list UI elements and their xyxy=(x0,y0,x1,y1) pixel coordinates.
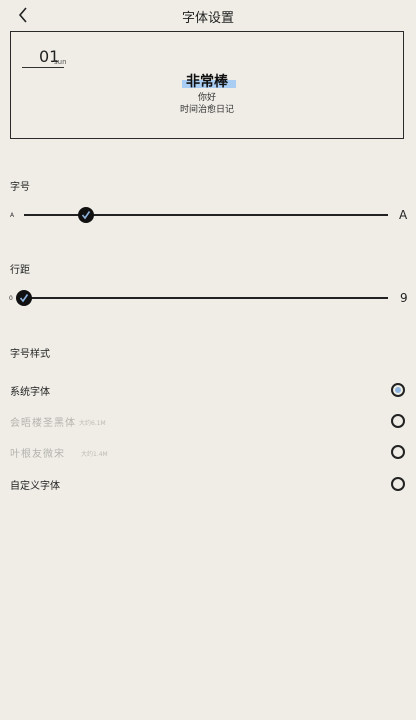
font-preview-card: 01 sun 非常棒 你好 时间治愈日记 xyxy=(10,31,404,139)
line-spacing-label: 行距 xyxy=(10,265,30,276)
font-style-label: 字号样式 xyxy=(10,349,50,360)
line-spacing-thumb[interactable] xyxy=(16,290,32,306)
radio-unselected-icon[interactable] xyxy=(391,445,405,459)
font-option-name: 叶根友微宋 xyxy=(10,449,65,460)
font-option-size: 大约6.1M xyxy=(79,420,106,427)
font-option-size: 大约1.4M xyxy=(81,451,108,458)
font-option-name: 系统字体 xyxy=(10,387,50,398)
line-spacing-max-label: 9 xyxy=(400,291,408,305)
font-option-custom[interactable]: 自定义字体 xyxy=(0,472,416,496)
font-option-huiwu[interactable]: 会晤楼圣黑体 大约6.1M xyxy=(0,409,416,433)
radio-unselected-icon[interactable] xyxy=(391,414,405,428)
font-size-thumb[interactable] xyxy=(78,207,94,223)
line-spacing-min-label: 0 xyxy=(9,295,13,302)
radio-selected-icon[interactable] xyxy=(391,383,405,397)
line-spacing-track[interactable] xyxy=(24,297,388,299)
preview-line-2: 时间治愈日记 xyxy=(179,105,234,115)
font-size-max-label: A xyxy=(399,208,408,222)
line-spacing-slider[interactable] xyxy=(16,288,388,308)
font-size-label: 字号 xyxy=(10,182,30,193)
check-icon xyxy=(81,211,91,220)
preview-heading: 非常棒 xyxy=(186,74,228,90)
page-title: 字体设置 xyxy=(181,11,234,26)
check-icon xyxy=(19,294,29,303)
day-underline xyxy=(22,67,64,68)
font-option-name: 会晤楼圣黑体 xyxy=(10,418,76,429)
font-size-slider[interactable] xyxy=(24,205,388,225)
preview-weekday: sun xyxy=(54,58,67,66)
font-option-name: 自定义字体 xyxy=(10,481,60,492)
radio-unselected-icon[interactable] xyxy=(391,477,405,491)
font-option-system[interactable]: 系统字体 xyxy=(0,378,416,402)
font-size-min-label: A xyxy=(10,212,15,219)
font-option-yegenyou[interactable]: 叶根友微宋 大约1.4M xyxy=(0,440,416,464)
top-bar: 字体设置 xyxy=(0,0,416,30)
